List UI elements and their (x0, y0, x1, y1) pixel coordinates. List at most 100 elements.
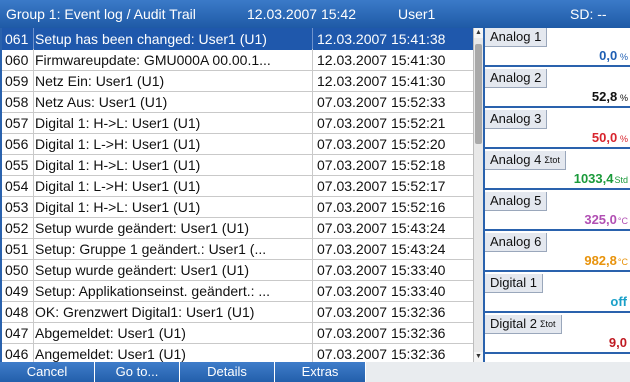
channel-label: Analog 1 (490, 29, 542, 44)
channel-card[interactable]: Digital 1 off (485, 274, 630, 313)
event-message: Firmwareupdate: GMU000A 00.00.1... (35, 52, 271, 68)
column-divider (312, 301, 313, 323)
channel-value-number: 52,8 (591, 89, 618, 104)
event-id: 046 (5, 346, 29, 362)
channel-name: Analog 5 (485, 192, 548, 211)
softkey-empty-area (366, 362, 630, 382)
event-message: Abgemeldet: User1 (U1) (35, 325, 186, 341)
column-divider (312, 217, 313, 239)
channel-value: 982,8°C (584, 252, 628, 271)
channel-value: 1033,4Std (574, 170, 628, 189)
softkey-bar: Cancel Go to... Details Extras (0, 362, 630, 382)
event-timestamp: 12.03.2007 15:41:30 (317, 73, 446, 89)
table-row[interactable]: 056 Digital 1: L->H: User1 (U1) 07.03.2007… (2, 133, 483, 155)
details-button[interactable]: Details (180, 362, 275, 382)
channel-value-number: 1033,4 (573, 171, 614, 186)
column-divider (312, 133, 313, 155)
header-user: User1 (398, 6, 436, 22)
table-row[interactable]: 050 Setup wurde geändert: User1 (U1) 07.03… (2, 259, 483, 281)
title-bar: Group 1: Event log / Audit Trail 12.03.2… (0, 0, 630, 28)
event-timestamp: 07.03.2007 15:52:21 (317, 115, 446, 131)
channel-label: Digital 1 (490, 275, 537, 290)
column-divider (33, 133, 34, 155)
table-row[interactable]: 054 Digital 1: L->H: User1 (U1) 07.03.2007… (2, 175, 483, 197)
cancel-button[interactable]: Cancel (0, 362, 95, 382)
event-timestamp: 07.03.2007 15:43:24 (317, 241, 446, 257)
event-id: 059 (5, 73, 29, 89)
channel-card[interactable]: Analog 5 325,0°C (485, 192, 630, 231)
channel-label: Analog 5 (490, 193, 542, 208)
column-divider (312, 322, 313, 344)
table-row[interactable]: 049 Setup: Applikationseinst. geändert.: … (2, 280, 483, 302)
table-row[interactable]: 047 Abgemeldet: User1 (U1) 07.03.2007 15:3… (2, 322, 483, 344)
channel-value: 50,0 % (592, 129, 628, 148)
event-message: Digital 1: H->L: User1 (U1) (35, 199, 201, 215)
event-id: 060 (5, 52, 29, 68)
table-row[interactable]: 061 Setup has been changed: User1 (U1) 12.… (2, 28, 483, 50)
goto-button[interactable]: Go to... (95, 362, 180, 382)
channel-card[interactable]: Analog 6 982,8°C (485, 233, 630, 272)
table-row[interactable]: 048 OK: Grenzwert Digital1: User1 (U1) 07.… (2, 301, 483, 323)
table-row[interactable]: 058 Netz Aus: User1 (U1) 07.03.2007 15:52:… (2, 91, 483, 113)
channel-label: Analog 2 (490, 70, 542, 85)
table-row[interactable]: 051 Setup: Gruppe 1 geändert.: User1 (...… (2, 238, 483, 260)
header-datetime: 12.03.2007 15:42 (247, 6, 356, 22)
column-divider (312, 70, 313, 92)
event-id: 061 (5, 31, 29, 47)
channel-card[interactable]: Analog 3 50,0 % (485, 110, 630, 149)
table-row[interactable]: 057 Digital 1: H->L: User1 (U1) 07.03.2007… (2, 112, 483, 134)
event-id: 058 (5, 94, 29, 110)
column-divider (33, 217, 34, 239)
scroll-thumb[interactable] (475, 44, 482, 144)
table-row[interactable]: 055 Digital 1: H->L: User1 (U1) 07.03.2007… (2, 154, 483, 176)
event-message: Digital 1: L->H: User1 (U1) (35, 136, 201, 152)
table-row[interactable]: 059 Netz Ein: User1 (U1) 12.03.2007 15:41:… (2, 70, 483, 92)
event-id: 056 (5, 136, 29, 152)
event-message: Setup has been changed: User1 (U1) (35, 31, 267, 47)
column-divider (312, 91, 313, 113)
column-divider (33, 280, 34, 302)
scroll-down-icon[interactable]: ▼ (474, 352, 483, 362)
channel-card[interactable]: Analog 2 52,8 % (485, 69, 630, 108)
vertical-scrollbar[interactable]: ▲ ▼ (473, 28, 483, 362)
channel-card[interactable]: Analog 1 0,0 % (485, 28, 630, 67)
column-divider (33, 49, 34, 71)
column-divider (312, 196, 313, 218)
column-divider (33, 238, 34, 260)
channel-card[interactable]: Digital 2 Σtot 9,0 (485, 315, 630, 354)
column-divider (312, 28, 313, 50)
channel-value-number: 325,0 (584, 212, 617, 227)
column-divider (33, 154, 34, 176)
event-id: 057 (5, 115, 29, 131)
table-row[interactable]: 053 Digital 1: H->L: User1 (U1) 07.03.2007… (2, 196, 483, 218)
event-message: Digital 1: H->L: User1 (U1) (35, 157, 201, 173)
channel-card[interactable]: Analog 4 Σtot 1033,4Std (485, 151, 630, 190)
event-timestamp: 07.03.2007 15:32:36 (317, 325, 446, 341)
channel-value-number: 982,8 (584, 253, 617, 268)
extras-button[interactable]: Extras (275, 362, 366, 382)
channel-value: 9,0 (609, 334, 628, 353)
column-divider (33, 70, 34, 92)
channel-value: 0,0 % (599, 47, 628, 66)
channel-name: Analog 3 (485, 110, 548, 129)
event-timestamp: 07.03.2007 15:33:40 (317, 283, 446, 299)
table-row[interactable]: 060 Firmwareupdate: GMU000A 00.00.1... 12.… (2, 49, 483, 71)
table-row[interactable]: 052 Setup wurde geändert: User1 (U1) 07.03… (2, 217, 483, 239)
event-timestamp: 07.03.2007 15:32:36 (317, 304, 446, 320)
event-id: 047 (5, 325, 29, 341)
column-divider (312, 238, 313, 260)
table-row[interactable]: 046 Angemeldet: User1 (U1) 07.03.2007 15:3… (2, 343, 483, 362)
channel-value: 325,0°C (584, 211, 628, 230)
scroll-up-icon[interactable]: ▲ (474, 28, 483, 38)
channel-name: Digital 2 Σtot (485, 315, 562, 334)
channel-label: Digital 2 (490, 316, 537, 331)
column-divider (312, 259, 313, 281)
channel-value-number: 9,0 (608, 335, 627, 350)
channel-name: Analog 4 Σtot (485, 151, 566, 170)
column-divider (33, 112, 34, 134)
event-timestamp: 07.03.2007 15:52:33 (317, 94, 446, 110)
channel-value: off (610, 293, 628, 312)
event-message: OK: Grenzwert Digital1: User1 (U1) (35, 304, 255, 320)
event-log-table: 061 Setup has been changed: User1 (U1) 12.… (2, 28, 483, 362)
channel-value: 52,8 % (592, 88, 628, 107)
